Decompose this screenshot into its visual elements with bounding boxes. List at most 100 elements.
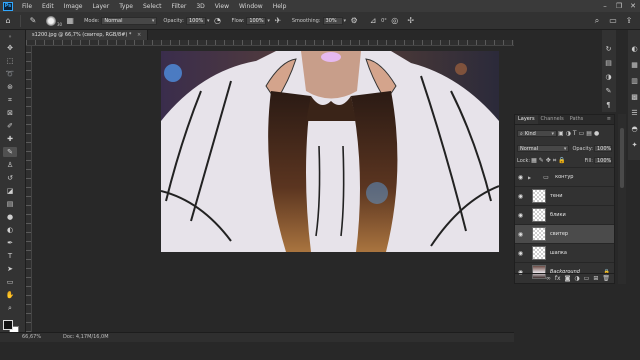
opacity-field[interactable]: 100% bbox=[185, 16, 206, 25]
eyedropper-tool-icon[interactable]: ✐ bbox=[3, 121, 17, 131]
brush-tool-icon[interactable]: ✎ bbox=[3, 147, 17, 157]
paragraph-panel-icon[interactable]: ¶ bbox=[604, 100, 613, 109]
angle-value[interactable]: 0° bbox=[381, 18, 387, 24]
menu-3d[interactable]: 3D bbox=[191, 3, 209, 10]
hand-tool-icon[interactable]: ✋ bbox=[3, 290, 17, 300]
brush-settings-icon[interactable]: ▦ bbox=[65, 16, 75, 26]
shape-tool-icon[interactable]: ▭ bbox=[3, 277, 17, 287]
brush-tool-preset-icon[interactable]: ✎ bbox=[28, 16, 38, 26]
flow-field[interactable]: 100% bbox=[246, 16, 267, 25]
history-brush-tool-icon[interactable]: ↺ bbox=[3, 173, 17, 183]
filter-type-icon[interactable]: T bbox=[573, 130, 577, 137]
zoom-tool-icon[interactable]: ⌕ bbox=[3, 303, 17, 313]
layer-row[interactable]: ◉ тени bbox=[515, 186, 614, 205]
brush-preset-picker[interactable] bbox=[44, 15, 58, 26]
marquee-tool-icon[interactable]: ⬚ bbox=[3, 56, 17, 66]
airbrush-icon[interactable]: ✈ bbox=[273, 16, 283, 26]
menu-filter[interactable]: Filter bbox=[167, 3, 192, 10]
collapse-toolbar-icon[interactable]: » bbox=[3, 32, 17, 42]
menu-type[interactable]: Type bbox=[114, 3, 138, 10]
gear-icon[interactable]: ⚙ bbox=[349, 16, 359, 26]
tab-channels[interactable]: Channels bbox=[538, 115, 567, 124]
styles-panel-icon[interactable]: ✦ bbox=[630, 140, 639, 149]
eye-icon[interactable]: ◉ bbox=[515, 193, 526, 200]
scrollbar-thumb[interactable] bbox=[620, 128, 624, 188]
lock-position-icon[interactable]: ✥ bbox=[546, 157, 551, 164]
type-tool-icon[interactable]: T bbox=[3, 251, 17, 261]
pressure-opacity-icon[interactable]: ◔ bbox=[212, 16, 222, 26]
menu-select[interactable]: Select bbox=[138, 3, 167, 10]
eye-icon[interactable]: ◉ bbox=[515, 212, 526, 219]
zoom-level[interactable]: 66,67% bbox=[22, 333, 41, 342]
search-icon[interactable]: ⌕ bbox=[592, 16, 602, 26]
trash-icon[interactable]: 🗑 bbox=[602, 275, 610, 282]
color-panel-icon[interactable]: ◐ bbox=[630, 44, 639, 53]
patterns-panel-icon[interactable]: ▩ bbox=[630, 92, 639, 101]
frame-tool-icon[interactable]: ⊠ bbox=[3, 108, 17, 118]
menu-layer[interactable]: Layer bbox=[87, 3, 114, 10]
pressure-size-icon[interactable]: ◎ bbox=[390, 16, 400, 26]
filter-kind-select[interactable]: ⌕ Kind ▾ bbox=[517, 130, 557, 137]
menu-view[interactable]: View bbox=[210, 3, 234, 10]
document-size-info[interactable]: Doc: 4,17M/16,0M bbox=[63, 333, 109, 342]
adjustments-panel-icon[interactable]: ◑ bbox=[604, 72, 613, 81]
pen-tool-icon[interactable]: ✒ bbox=[3, 238, 17, 248]
brush-settings-panel-icon[interactable]: ✎ bbox=[604, 86, 613, 95]
document-tab[interactable]: s1200.jpg @ 66,7% (свитер, RGB/8#) * × bbox=[26, 30, 149, 40]
layer-opacity-field[interactable]: 100% bbox=[594, 145, 612, 152]
fill-field[interactable]: 100% bbox=[594, 157, 612, 164]
filter-adjustment-icon[interactable]: ◑ bbox=[566, 130, 571, 137]
lock-all-icon[interactable]: 🔒 bbox=[558, 157, 565, 164]
adjustment-icon[interactable]: ◑ bbox=[574, 275, 579, 282]
eye-icon[interactable]: ◉ bbox=[515, 174, 526, 181]
history-panel-icon[interactable]: ↻ bbox=[604, 44, 613, 53]
menu-image[interactable]: Image bbox=[59, 3, 88, 10]
lasso-tool-icon[interactable]: ➰ bbox=[3, 69, 17, 79]
gradients-panel-icon[interactable]: ▥ bbox=[630, 76, 639, 85]
close-tab-icon[interactable]: × bbox=[137, 32, 141, 38]
libraries-panel-icon[interactable]: ☰ bbox=[630, 108, 639, 117]
menu-edit[interactable]: Edit bbox=[37, 3, 59, 10]
quick-select-tool-icon[interactable]: ⊛ bbox=[3, 82, 17, 92]
menu-window[interactable]: Window bbox=[234, 3, 268, 10]
menu-file[interactable]: File bbox=[17, 3, 37, 10]
mode-select[interactable]: Normal ▾ bbox=[101, 16, 158, 25]
fx-icon[interactable]: fx bbox=[555, 275, 561, 282]
layer-row[interactable]: ◉ шапка bbox=[515, 243, 614, 262]
chevron-down-icon[interactable]: ▾ bbox=[207, 18, 210, 24]
close-window-button[interactable]: ✕ bbox=[626, 0, 640, 12]
blur-tool-icon[interactable]: ● bbox=[3, 212, 17, 222]
adjust-panel-icon[interactable]: ◓ bbox=[630, 124, 639, 133]
layers-scrollbar[interactable] bbox=[618, 114, 626, 284]
minimize-button[interactable]: – bbox=[598, 0, 612, 12]
filter-shape-icon[interactable]: ▭ bbox=[579, 130, 585, 137]
panel-menu-icon[interactable]: ≡ bbox=[607, 115, 614, 124]
chevron-down-icon[interactable]: ▾ bbox=[267, 18, 270, 24]
filter-pixel-icon[interactable]: ▣ bbox=[558, 130, 564, 137]
layer-row-group[interactable]: ◉ ▶ ▭ контур bbox=[515, 167, 614, 186]
filter-toggle-icon[interactable]: ● bbox=[594, 130, 599, 137]
gradient-tool-icon[interactable]: ▤ bbox=[3, 199, 17, 209]
home-icon[interactable]: ⌂ bbox=[3, 16, 13, 26]
foreground-color-swatch[interactable] bbox=[3, 320, 13, 330]
workspace-icon[interactable]: ▭ bbox=[608, 16, 618, 26]
layer-row-selected[interactable]: ◉ свитер bbox=[515, 224, 614, 243]
blend-mode-select[interactable]: Normal ▾ bbox=[517, 145, 570, 152]
document-canvas[interactable] bbox=[161, 51, 499, 252]
symmetry-icon[interactable]: ✢ bbox=[406, 16, 416, 26]
new-layer-icon[interactable]: ⊞ bbox=[593, 275, 598, 282]
properties-panel-icon[interactable]: ▤ bbox=[604, 58, 613, 67]
tab-paths[interactable]: Paths bbox=[567, 115, 587, 124]
menu-help[interactable]: Help bbox=[268, 3, 292, 10]
filter-smart-object-icon[interactable]: ▤ bbox=[586, 130, 592, 137]
clone-stamp-tool-icon[interactable]: ♙ bbox=[3, 160, 17, 170]
path-selection-tool-icon[interactable]: ➤ bbox=[3, 264, 17, 274]
share-icon[interactable]: ⇪ bbox=[624, 16, 634, 26]
swatches-panel-icon[interactable]: ▦ bbox=[630, 60, 639, 69]
eye-icon[interactable]: ◉ bbox=[515, 250, 526, 257]
restore-button[interactable]: ❐ bbox=[612, 0, 626, 12]
folder-icon[interactable]: ▭ bbox=[584, 275, 590, 282]
lock-transparent-icon[interactable]: ▦ bbox=[531, 157, 537, 164]
tab-layers[interactable]: Layers bbox=[515, 115, 538, 124]
eye-icon[interactable]: ◉ bbox=[515, 231, 526, 238]
